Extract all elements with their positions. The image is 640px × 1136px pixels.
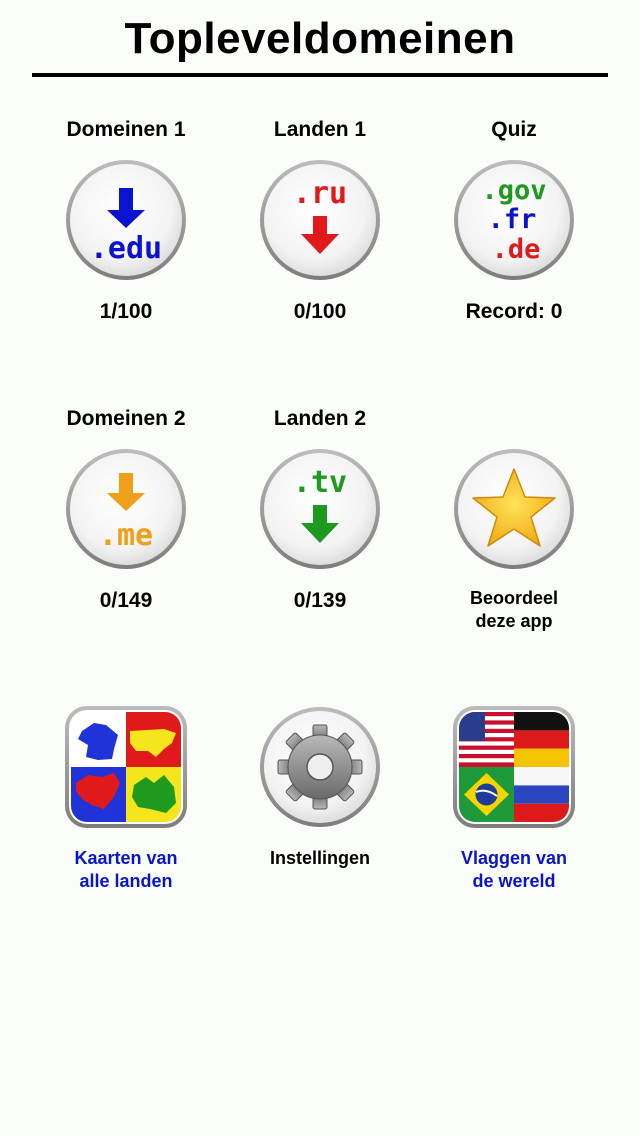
- svg-text:.gov: .gov: [481, 175, 546, 206]
- countries1-progress: 0/100: [293, 300, 347, 323]
- domains1-progress: 1/100: [99, 300, 153, 323]
- svg-text:.fr: .fr: [488, 204, 537, 235]
- countries1-button[interactable]: .ru: [258, 158, 382, 282]
- page-title: Topleveldomeinen: [124, 14, 516, 63]
- quiz-title: Quiz: [491, 118, 537, 141]
- svg-text:.ru: .ru: [293, 176, 347, 211]
- maps-button[interactable]: [64, 705, 188, 829]
- countries2-icon: .tv: [260, 449, 380, 569]
- flags-label[interactable]: Vlaggen van de wereld: [417, 847, 611, 893]
- svg-text:.edu: .edu: [90, 231, 162, 266]
- domains1-button[interactable]: .edu: [64, 158, 188, 282]
- quiz-icon: .gov .fr .de: [454, 160, 574, 280]
- countries1-title: Landen 1: [273, 118, 367, 141]
- star-icon: [454, 449, 574, 569]
- countries1-icon: .ru: [260, 160, 380, 280]
- svg-text:.tv: .tv: [293, 465, 347, 500]
- settings-label: Instellingen: [269, 848, 370, 868]
- rate-app-label: Beoordeel deze app: [469, 588, 559, 631]
- settings-button[interactable]: [258, 705, 382, 829]
- title-divider: [32, 73, 608, 77]
- maps-label[interactable]: Kaarten van alle landen: [29, 847, 223, 893]
- domains2-title: Domeinen 2: [66, 407, 186, 430]
- quiz-button[interactable]: .gov .fr .de: [452, 158, 576, 282]
- svg-text:.me: .me: [99, 518, 153, 553]
- flags-button[interactable]: [452, 705, 576, 829]
- domains2-button[interactable]: .me: [64, 447, 188, 571]
- countries2-button[interactable]: .tv: [258, 447, 382, 571]
- domains1-icon: .edu: [66, 160, 186, 280]
- domains2-icon: .me: [66, 449, 186, 569]
- svg-text:.de: .de: [492, 234, 541, 265]
- world-flags-icon: [453, 706, 575, 828]
- world-maps-icon: [65, 706, 187, 828]
- rate-app-button[interactable]: [452, 447, 576, 571]
- countries2-title: Landen 2: [273, 407, 367, 430]
- gear-icon: [260, 707, 380, 827]
- domains2-progress: 0/149: [99, 589, 153, 612]
- countries2-progress: 0/139: [293, 589, 347, 612]
- quiz-record: Record: 0: [465, 300, 563, 323]
- domains1-title: Domeinen 1: [66, 118, 186, 141]
